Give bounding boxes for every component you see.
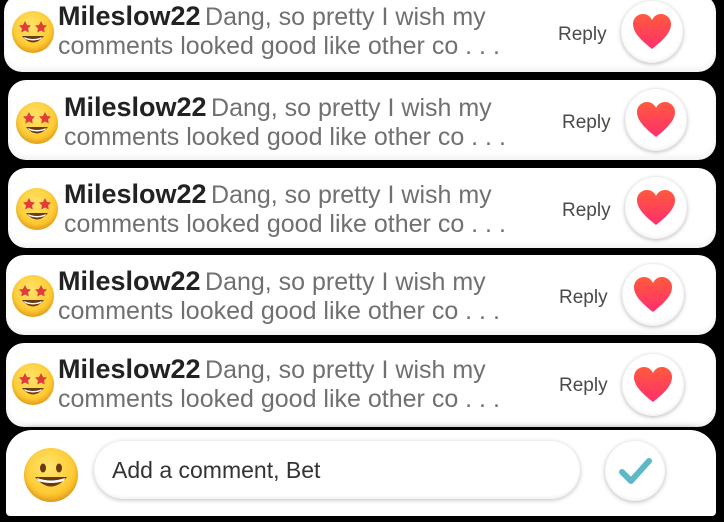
- comment-username[interactable]: Mileslow22: [64, 92, 207, 122]
- comment-card: Mileslow22 Dang, so pretty I wish my com…: [6, 255, 716, 335]
- comments-panel: Mileslow22 Dang, so pretty I wish my com…: [0, 0, 724, 522]
- comment-input[interactable]: [94, 441, 580, 499]
- reply-button[interactable]: Reply: [562, 200, 611, 222]
- star-struck-emoji-icon: [16, 102, 58, 144]
- like-button[interactable]: [621, 1, 683, 63]
- reply-button[interactable]: Reply: [558, 24, 607, 46]
- comment-composer: [6, 430, 716, 516]
- comment-card: Mileslow22 Dang, so pretty I wish my com…: [4, 0, 716, 72]
- comment-text-continued: comments looked good like other co . . .: [58, 297, 500, 325]
- heart-icon: [634, 367, 672, 402]
- comment-text-continued: comments looked good like other co . . .: [64, 123, 506, 151]
- comment-text: Dang, so pretty I wish my: [205, 356, 486, 384]
- star-struck-emoji-icon: [12, 11, 54, 53]
- heart-icon: [634, 277, 672, 312]
- comment-username[interactable]: Mileslow22: [64, 179, 207, 209]
- like-button[interactable]: [622, 264, 684, 326]
- star-struck-emoji-icon: [16, 188, 58, 230]
- comment-text: Dang, so pretty I wish my: [211, 94, 492, 122]
- comment-username[interactable]: Mileslow22: [58, 266, 201, 296]
- heart-icon: [637, 190, 675, 225]
- like-button[interactable]: [622, 354, 684, 416]
- like-button[interactable]: [625, 89, 687, 151]
- heart-icon: [637, 102, 675, 137]
- comment-card: Mileslow22 Dang, so pretty I wish my com…: [8, 80, 716, 160]
- comment-text-continued: comments looked good like other co . . .: [64, 210, 506, 238]
- star-struck-emoji-icon: [12, 275, 54, 317]
- grinning-emoji-icon[interactable]: [24, 448, 78, 502]
- like-button[interactable]: [625, 177, 687, 239]
- comment-text: Dang, so pretty I wish my: [211, 181, 492, 209]
- comment-text: Dang, so pretty I wish my: [205, 268, 486, 296]
- comment-card: Mileslow22 Dang, so pretty I wish my com…: [8, 168, 716, 248]
- star-struck-emoji-icon: [12, 363, 54, 405]
- comment-username[interactable]: Mileslow22: [58, 354, 201, 384]
- comment-text-continued: comments looked good like other co . . .: [58, 385, 500, 413]
- comment-username[interactable]: Mileslow22: [58, 1, 201, 31]
- comment-text: Dang, so pretty I wish my: [205, 3, 486, 31]
- send-button[interactable]: [605, 441, 665, 501]
- comment-text-continued: comments looked good like other co . . .: [58, 32, 500, 60]
- reply-button[interactable]: Reply: [559, 287, 608, 309]
- checkmark-icon: [619, 458, 652, 484]
- reply-button[interactable]: Reply: [562, 112, 611, 134]
- heart-icon: [633, 14, 671, 49]
- reply-button[interactable]: Reply: [559, 375, 608, 397]
- comment-card: Mileslow22 Dang, so pretty I wish my com…: [6, 343, 716, 427]
